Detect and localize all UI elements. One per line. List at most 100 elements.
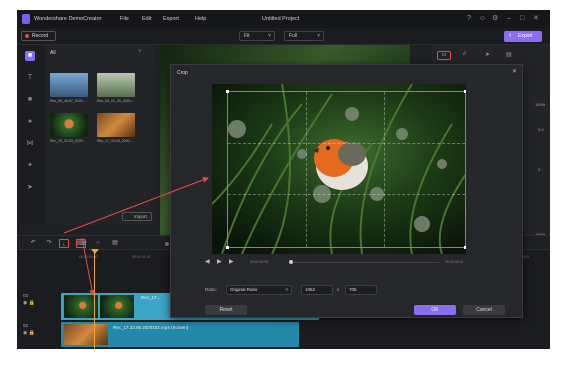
menu-help[interactable]: Help: [195, 16, 206, 22]
crop-handle[interactable]: [464, 246, 466, 249]
time-start: 00:00:00:00: [250, 260, 269, 264]
project-title: Untitled Project: [262, 16, 300, 22]
marker-icon[interactable]: ○: [93, 239, 103, 248]
grid-line: [306, 92, 308, 247]
media-thumb-3[interactable]: [50, 113, 88, 137]
redo-icon[interactable]: ↷: [44, 239, 54, 248]
rotation-value: 0.0: [538, 127, 544, 132]
next-frame-icon[interactable]: ▶: [229, 258, 234, 265]
media-thumb-4[interactable]: [97, 113, 135, 137]
caption-tab-icon[interactable]: ▤: [506, 51, 512, 58]
time-end: 00:00:04:01: [445, 260, 464, 264]
import-label: Import: [134, 214, 147, 219]
width-input[interactable]: 1062: [301, 285, 333, 295]
full-label: Full: [289, 33, 298, 39]
track-visibility-icon[interactable]: ◉ 🔒: [23, 330, 61, 336]
media-thumb-label: Rec_17_33.03_2020...: [97, 139, 133, 143]
import-button[interactable]: Import: [122, 212, 152, 221]
crop-handle[interactable]: [226, 246, 229, 249]
scrubber-handle[interactable]: [289, 260, 293, 264]
ratio-select[interactable]: Original Ratio ˅: [226, 285, 292, 295]
prev-frame-icon[interactable]: ◀: [205, 258, 210, 265]
crop-canvas: [212, 84, 466, 254]
media-icon[interactable]: ■: [25, 51, 35, 61]
zoom-slider-handle[interactable]: [165, 242, 169, 246]
account-icon[interactable]: ☺: [479, 15, 486, 23]
menu-file[interactable]: File: [120, 16, 129, 22]
media-library: All ˅ Rec_06_46.67_2020... Rec_06_01_20_…: [45, 45, 155, 225]
app-logo-icon: [22, 14, 30, 24]
fit-label: Fit: [244, 33, 250, 39]
ok-button[interactable]: OK: [414, 305, 456, 315]
text-icon[interactable]: T: [25, 73, 35, 83]
effects-icon[interactable]: ✦: [25, 161, 35, 171]
height-value: 705: [349, 287, 357, 292]
ratio-value: Original Ratio: [230, 287, 258, 292]
media-filter[interactable]: All: [50, 50, 56, 56]
track-header-3: 03 ◉ 🔒: [23, 293, 61, 319]
settings-icon[interactable]: ⚙: [492, 15, 498, 23]
media-thumb-label: Rec_06_01_20_2020...: [97, 99, 134, 103]
close-icon[interactable]: ✕: [533, 15, 539, 23]
track-visibility-icon[interactable]: ◉ 🔒: [23, 300, 61, 306]
audio-tab-icon[interactable]: ♬: [462, 51, 468, 57]
crop-icon[interactable]: ⌞: [59, 239, 69, 248]
playhead[interactable]: [94, 250, 95, 349]
cursor-icon[interactable]: ●: [25, 117, 35, 127]
clip-thumbnail: [64, 295, 98, 318]
reset-button[interactable]: Reset: [205, 305, 247, 315]
media-thumb-2[interactable]: [97, 73, 135, 97]
play-icon[interactable]: ▶: [217, 258, 222, 265]
cursor-tab-icon[interactable]: ➤: [485, 51, 490, 58]
position-value: 0: [538, 167, 541, 172]
times-sign: x: [337, 287, 340, 292]
video-tab-icon[interactable]: ▭: [437, 51, 451, 60]
track-number: 02: [23, 323, 29, 328]
crop-handle[interactable]: [226, 90, 229, 93]
app-name: Wondershare DemoCreator: [34, 16, 102, 22]
grid-line: [228, 143, 465, 145]
scrubber-track[interactable]: [289, 262, 439, 263]
caption-icon[interactable]: ▤: [110, 239, 120, 248]
close-icon[interactable]: ✕: [512, 68, 517, 75]
full-select[interactable]: Full ˅: [284, 31, 324, 41]
media-thumb-1[interactable]: [50, 73, 88, 97]
minimize-icon[interactable]: –: [507, 15, 511, 23]
clip-thumbnail: [100, 295, 134, 318]
transition-icon[interactable]: ⋈: [25, 139, 35, 149]
maximize-icon[interactable]: □: [520, 15, 524, 23]
split-icon[interactable]: ⌨: [76, 239, 86, 248]
crop-frame[interactable]: [226, 90, 466, 249]
crop-handle[interactable]: [464, 90, 466, 93]
export-icon: ⇧: [508, 33, 513, 39]
annotation-icon[interactable]: ■: [25, 95, 35, 105]
fit-select[interactable]: Fit ˅: [239, 31, 275, 41]
chevron-down-icon: ˅: [285, 287, 288, 292]
help-icon[interactable]: ?: [467, 15, 471, 23]
width-value: 1062: [305, 287, 316, 292]
chevron-down-icon: ˅: [268, 33, 271, 39]
cancel-button[interactable]: Cancel: [463, 305, 505, 315]
menu-export[interactable]: Export: [163, 16, 179, 22]
menu-edit[interactable]: Edit: [142, 16, 151, 22]
undo-icon[interactable]: ↶: [28, 239, 38, 248]
scale-value: 100%: [535, 102, 546, 107]
dialog-title: Crop: [177, 70, 188, 76]
ratio-label: Ratio:: [205, 287, 217, 292]
grid-line: [384, 92, 386, 247]
export-button[interactable]: ⇧ Export: [504, 31, 542, 42]
chevron-down-icon[interactable]: ˅: [138, 49, 142, 55]
track-number: 03: [23, 293, 29, 298]
app-window: Wondershare DemoCreator File Edit Export…: [17, 10, 550, 349]
title-bar: Wondershare DemoCreator File Edit Export…: [17, 10, 550, 28]
timeline-clip-screen[interactable]: Rec_17.33.05 2020102.mp4 (Screen): [61, 322, 299, 347]
clip-thumbnail: [64, 324, 108, 345]
toolbar: Record Fit ˅ Full ˅ ⇧ Export: [17, 28, 550, 45]
cancel-label: Cancel: [476, 307, 492, 313]
height-input[interactable]: 705: [345, 285, 377, 295]
stickers-icon[interactable]: ➤: [25, 183, 35, 193]
playhead-handle[interactable]: [91, 249, 99, 254]
reset-label: Reset: [219, 307, 233, 313]
record-button[interactable]: Record: [21, 31, 56, 41]
track-header-2: 02 ◉ 🔒: [23, 323, 61, 349]
